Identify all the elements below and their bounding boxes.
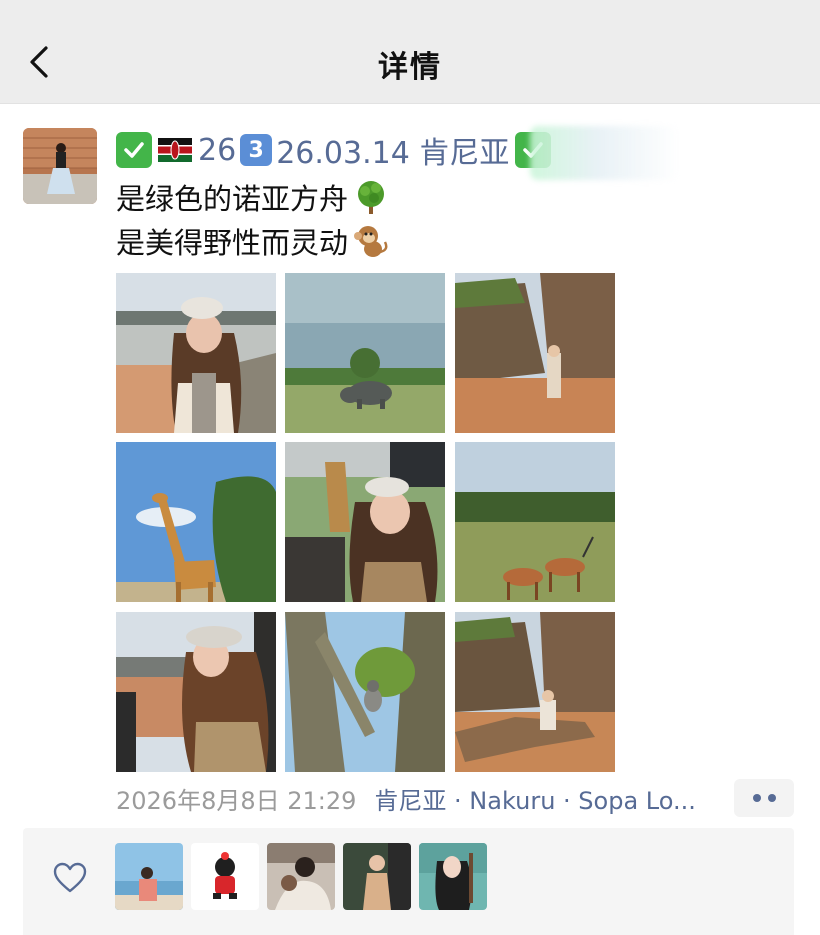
more-actions-button[interactable] xyxy=(734,779,794,817)
liker-avatar[interactable] xyxy=(267,843,335,910)
photo-woman-canyon[interactable] xyxy=(455,273,615,433)
photo-antelopes-savanna[interactable] xyxy=(455,442,615,602)
post-meta: 2026年8月8日 21:29 肯尼亚 · Nakuru · Sopa Lo..… xyxy=(116,781,696,816)
liker-avatar[interactable] xyxy=(191,843,259,910)
page-title: 详情 xyxy=(378,50,442,85)
photo-giraffe-tree[interactable] xyxy=(116,442,276,602)
heart-icon xyxy=(53,862,87,893)
author-avatar[interactable] xyxy=(23,128,97,204)
likes-section xyxy=(23,828,794,935)
liker-avatar[interactable] xyxy=(419,843,487,910)
name-prefix: 26 xyxy=(198,132,237,168)
navigation-bar: 详情 xyxy=(0,0,820,104)
post-text-line-2: 是美得野性而灵动 xyxy=(116,220,390,262)
name-suffix: 26.03.14 肯尼亚 xyxy=(276,136,510,171)
post-line-1: 是绿色的诺亚方舟 xyxy=(116,182,349,216)
photo-grid xyxy=(116,273,616,773)
kenya-flag-icon xyxy=(158,138,192,162)
more-dot-icon xyxy=(752,794,761,802)
photo-woman-in-safari-car[interactable] xyxy=(285,442,445,602)
photo-monkey-in-tree[interactable] xyxy=(285,612,445,772)
post-line-2: 是美得野性而灵动 xyxy=(116,226,349,260)
tree-icon xyxy=(358,181,385,214)
post-location[interactable]: 肯尼亚 · Nakuru · Sopa Lo... xyxy=(374,781,695,816)
keycap-three-icon: 3 xyxy=(240,134,273,166)
post-text-line-1: 是绿色的诺亚方舟 xyxy=(116,176,390,218)
check-mark-icon xyxy=(116,132,152,168)
monkey-icon xyxy=(354,226,388,257)
post-time: 2026年8月8日 21:29 xyxy=(116,787,357,815)
liker-avatar[interactable] xyxy=(115,843,183,910)
more-dot-icon xyxy=(767,794,776,802)
blurred-name-area xyxy=(530,126,680,180)
photo-rhino-grassland[interactable] xyxy=(285,273,445,433)
photo-woman-by-lake[interactable] xyxy=(116,273,276,433)
liker-avatar[interactable] xyxy=(343,843,411,910)
photo-woman-sitting-log[interactable] xyxy=(455,612,615,772)
photo-woman-window-lake[interactable] xyxy=(116,612,276,772)
